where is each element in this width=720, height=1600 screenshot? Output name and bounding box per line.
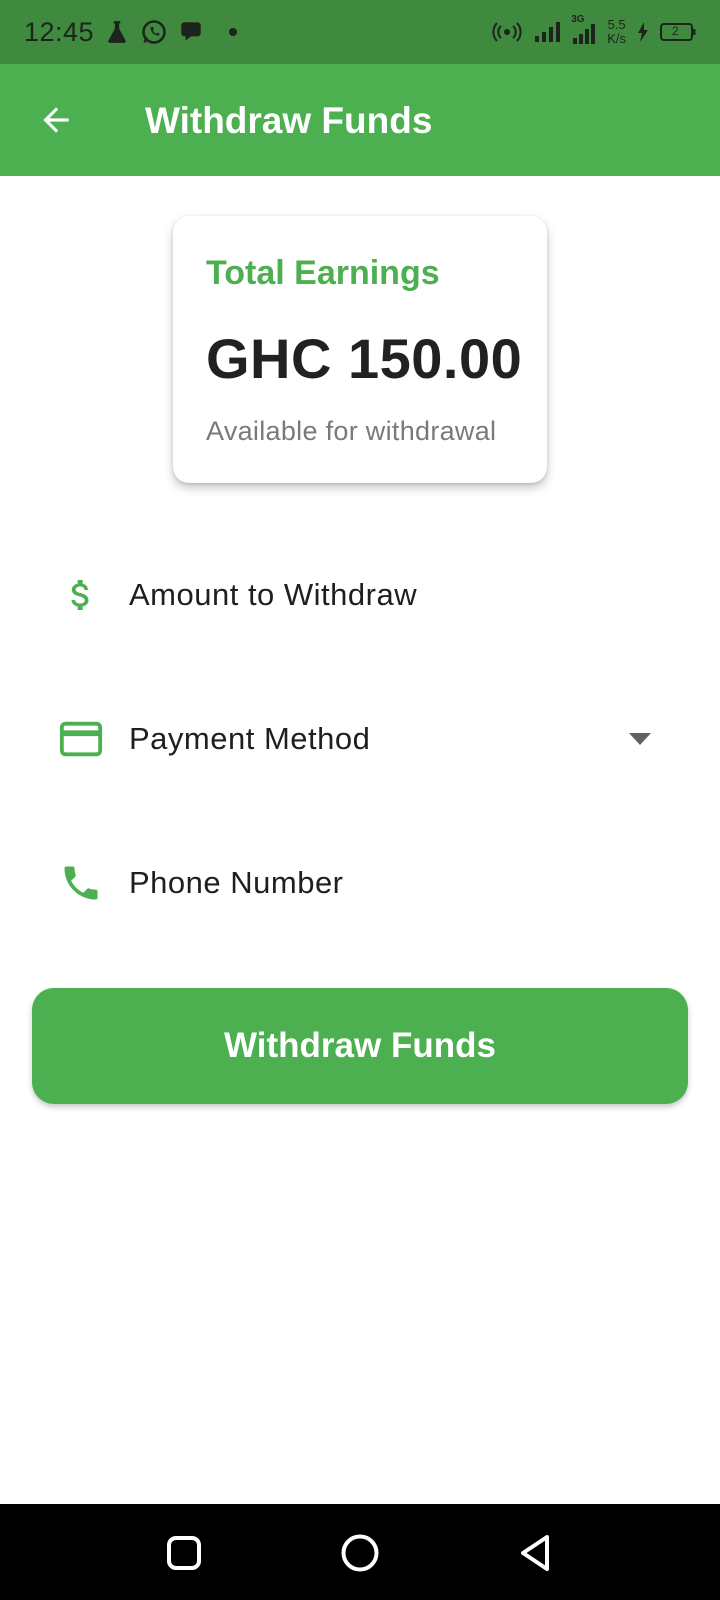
system-nav-bar [0, 1504, 720, 1600]
chat-bubble-icon [178, 19, 204, 45]
withdraw-funds-button[interactable]: Withdraw Funds [32, 988, 688, 1104]
phone-icon [56, 858, 106, 908]
network-type-label: 3G [571, 14, 585, 25]
app-bar: Withdraw Funds [0, 64, 720, 176]
earnings-card: Total Earnings GHC 150.00 Available for … [173, 216, 547, 483]
back-button[interactable] [30, 94, 82, 146]
battery-level: 2 [672, 24, 679, 38]
home-button[interactable] [335, 1528, 385, 1578]
whatsapp-icon [140, 18, 168, 46]
amount-field[interactable]: Amount to Withdraw [32, 540, 688, 650]
phone-number-field[interactable]: Phone Number [32, 828, 688, 938]
earnings-subtitle: Available for withdrawal [206, 416, 497, 446]
arrow-back-icon [43, 107, 69, 133]
payment-method-select[interactable]: Payment Method [32, 684, 688, 794]
status-left: 12:45 [24, 17, 238, 48]
circle-icon [341, 1534, 379, 1572]
hotspot-icon [491, 21, 523, 43]
earnings-amount: GHC 150.00 [206, 327, 523, 390]
status-right: 3G 5.5 K/s 2 [491, 14, 696, 46]
signal-3g-icon: 3G [571, 14, 597, 46]
amount-field-label: Amount to Withdraw [129, 577, 418, 612]
dropdown-arrow-icon[interactable] [628, 727, 652, 751]
credit-card-icon [56, 714, 106, 764]
triangle-back-icon [521, 1535, 549, 1571]
dollar-icon [56, 570, 106, 620]
page-title: Withdraw Funds [145, 100, 433, 141]
status-time: 12:45 [24, 16, 95, 47]
back-nav-button[interactable] [511, 1528, 561, 1578]
phone-field-label: Phone Number [129, 865, 344, 900]
network-speed: 5.5 K/s [607, 18, 626, 46]
earnings-title: Total Earnings [206, 254, 440, 292]
status-bar: 12:45 3G 5.5 K/s 2 [0, 0, 720, 64]
battery-icon: 2 [660, 22, 696, 42]
charging-icon [636, 21, 650, 43]
speed-unit: K/s [607, 31, 626, 46]
recents-button[interactable] [159, 1528, 209, 1578]
square-icon [167, 1536, 201, 1570]
signal-icon [533, 20, 561, 44]
flask-icon [104, 19, 130, 45]
speed-value: 5.5 [607, 17, 626, 32]
payment-field-label: Payment Method [129, 721, 371, 756]
dot-icon [228, 27, 238, 37]
